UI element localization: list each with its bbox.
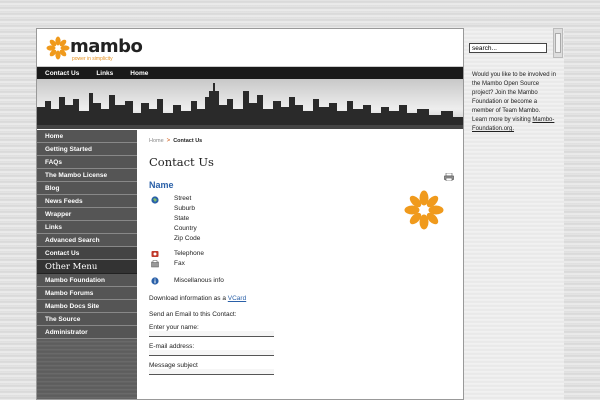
flower-logo-icon (46, 36, 70, 60)
breadcrumb: Home > Contact Us (149, 138, 463, 144)
nav-item-mambo-foundation[interactable]: Mambo Foundation (37, 274, 137, 287)
address-street: Street (174, 195, 192, 202)
nav-item-links[interactable]: Links (37, 221, 137, 234)
right-sidebar: Would you like to be involved in the Mam… (464, 28, 564, 400)
address-row: Street Suburb State Country Zip Code (149, 194, 463, 244)
page-title: Contact Us (149, 155, 214, 169)
download-text: Download information as a (149, 295, 226, 302)
fax-icon (151, 260, 159, 268)
email-intro: Send an Email to this Contact: (149, 311, 237, 318)
vcard-link[interactable]: VCard (228, 295, 246, 302)
topnav-links[interactable]: Links (96, 70, 113, 77)
address-icon (151, 196, 159, 204)
search-input[interactable] (469, 43, 547, 53)
address-zip: Zip Code (174, 235, 201, 242)
mambo-logo[interactable]: mambo power in simplicity (46, 36, 166, 62)
telephone-text: Telephone (174, 250, 204, 257)
fax-text: Fax (174, 260, 185, 267)
nav-item-faqs[interactable]: FAQs (37, 156, 137, 169)
name-label: Enter your name: (149, 324, 199, 331)
breadcrumb-home[interactable]: Home (149, 138, 164, 144)
misc-info-text: Miscellanous info (174, 277, 224, 284)
left-navigation: Home Getting Started FAQs The Mambo Lice… (37, 130, 137, 399)
subject-label: Message subject (149, 362, 198, 369)
scrollbar-thumb[interactable] (555, 33, 561, 53)
phone-fax-row: Telephone Fax (149, 249, 463, 269)
invite-text: Would you like to be involved in the Mam… (472, 72, 556, 123)
phone-icon (151, 251, 159, 257)
contact-name: Name (149, 180, 174, 190)
nav-item-docs-site[interactable]: Mambo Docs Site (37, 300, 137, 313)
header: mambo power in simplicity (37, 29, 463, 67)
breadcrumb-separator: > (166, 138, 171, 144)
address-suburb: Suburb (174, 205, 195, 212)
nav-item-license[interactable]: The Mambo License (37, 169, 137, 182)
nav-item-the-source[interactable]: The Source (37, 313, 137, 326)
other-menu-heading: Other Menu (37, 260, 137, 274)
address-block: Street Suburb State Country Zip Code (174, 194, 463, 244)
page-container: mambo power in simplicity Contact Us Lin… (36, 28, 464, 400)
misc-row: Miscellanous info (149, 276, 463, 286)
nav-item-advanced-search[interactable]: Advanced Search (37, 234, 137, 247)
top-navigation: Contact Us Links Home (37, 67, 463, 79)
nav-item-administrator[interactable]: Administrator (37, 326, 137, 339)
nav-item-news-feeds[interactable]: News Feeds (37, 195, 137, 208)
scrollbar[interactable] (553, 28, 563, 58)
nav-item-contact-us[interactable]: Contact Us (37, 247, 137, 260)
content-area: Home Getting Started FAQs The Mambo Lice… (37, 130, 463, 399)
name-field[interactable] (149, 331, 274, 337)
logo-tagline: power in simplicity (72, 56, 113, 62)
email-label: E-mail address: (149, 343, 195, 350)
city-skyline-image (37, 83, 463, 129)
address-state: State (174, 215, 190, 222)
nav-item-home[interactable]: Home (37, 130, 137, 143)
foundation-invite: Would you like to be involved in the Mam… (472, 71, 556, 134)
topnav-contact-us[interactable]: Contact Us (45, 70, 79, 77)
nav-item-wrapper[interactable]: Wrapper (37, 208, 137, 221)
download-vcard-line: Download information as a VCard (149, 295, 463, 302)
search-box (469, 43, 547, 53)
breadcrumb-current: Contact Us (173, 138, 203, 144)
address-country: Country (174, 225, 197, 232)
info-icon (151, 277, 159, 285)
nav-item-mambo-forums[interactable]: Mambo Forums (37, 287, 137, 300)
email-field[interactable] (149, 350, 274, 356)
logo-wordmark: mambo (70, 36, 143, 57)
nav-item-blog[interactable]: Blog (37, 182, 137, 195)
print-icon[interactable] (444, 173, 454, 181)
nav-item-getting-started[interactable]: Getting Started (37, 143, 137, 156)
skyline-banner (37, 79, 463, 129)
main-content: Home > Contact Us Contact Us Name Street… (149, 130, 463, 399)
subject-field[interactable] (149, 369, 274, 375)
topnav-home[interactable]: Home (130, 70, 148, 77)
